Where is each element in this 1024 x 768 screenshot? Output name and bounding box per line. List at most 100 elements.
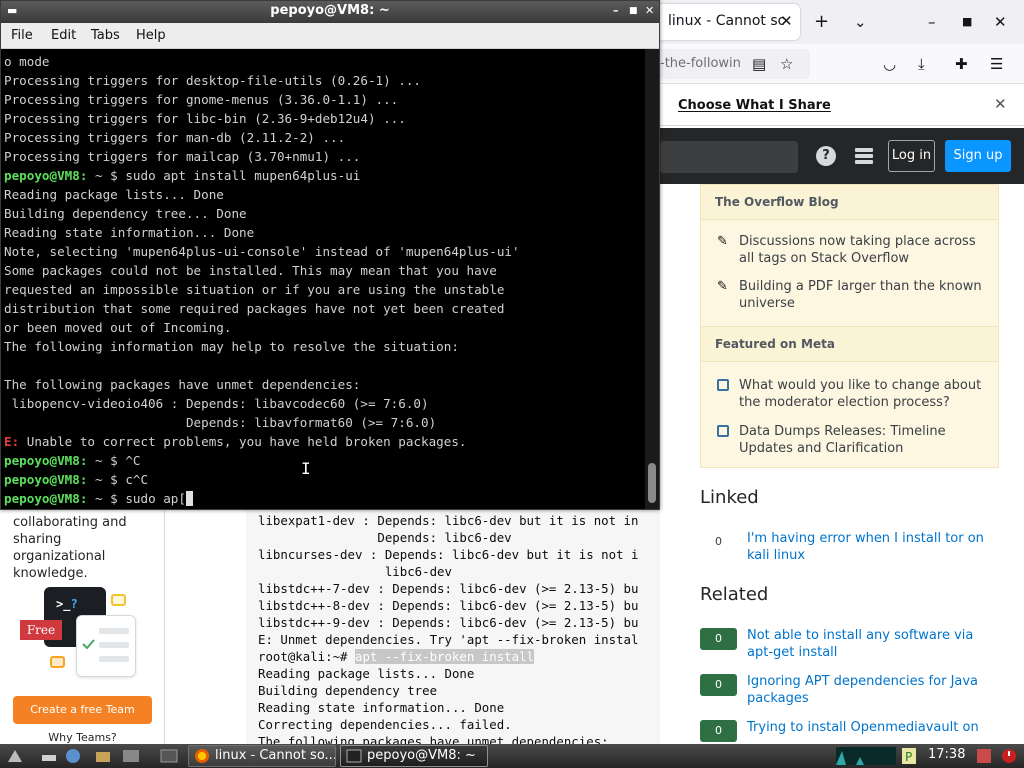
- taskbar-task-browser[interactable]: linux - Cannot so...: [188, 745, 336, 767]
- inbox-icon[interactable]: [855, 148, 873, 164]
- selected-command: apt --fix-broken install: [354, 649, 535, 664]
- command-line: pepoyo@VM8: ~ $ sudo apt install mupen64…: [4, 168, 361, 183]
- terminal-menu-bar: File Edit Tabs Help: [1, 23, 659, 49]
- blog-item[interactable]: ✎ Building a PDF larger than the known u…: [717, 278, 989, 312]
- output-line: Some packages could not be installed. Th…: [4, 263, 497, 278]
- why-teams-link[interactable]: Why Teams?: [0, 731, 165, 744]
- start-menu-icon[interactable]: [6, 747, 24, 765]
- output-line: o mode: [4, 54, 50, 69]
- new-tab-icon[interactable]: +: [814, 12, 829, 32]
- chevron-down-icon[interactable]: ⌄: [854, 12, 867, 32]
- question-link[interactable]: Ignoring APT dependencies for Java packa…: [747, 673, 1002, 707]
- browser-tab[interactable]: linux - Cannot solve ✕: [652, 4, 800, 40]
- question-link[interactable]: Not able to install any software via apt…: [747, 627, 1002, 661]
- error-line: E: Unable to correct problems, you have …: [4, 434, 467, 449]
- command-line[interactable]: pepoyo@VM8: ~ $ sudo ap[: [4, 489, 193, 508]
- terminal-window[interactable]: ▬ pepoyo@VM8: ~ – ■ ✕ File Edit Tabs Hel…: [0, 0, 660, 510]
- teams-description: collaborating and sharing organizational…: [13, 515, 127, 581]
- output-line: Depends: libavformat60 (>= 7:6.0): [4, 415, 437, 430]
- vote-count: 0: [700, 531, 737, 553]
- sign-up-button[interactable]: Sign up: [945, 140, 1011, 172]
- firefox-icon: [195, 749, 209, 763]
- meta-item[interactable]: Data Dumps Releases: Timeline Updates an…: [717, 423, 989, 457]
- terminal-output[interactable]: o mode Processing triggers for desktop-f…: [1, 49, 645, 509]
- output-line: Reading package lists... Done: [4, 187, 224, 202]
- privacy-notification-bar: Choose What I Share ✕: [660, 86, 1024, 126]
- output-line: distribution that some required packages…: [4, 301, 505, 316]
- output-line: Processing triggers for gnome-menus (3.3…: [4, 92, 399, 107]
- menu-file[interactable]: File: [11, 28, 33, 43]
- code-block: libexpat1-dev : Depends: libc6-dev but i…: [246, 508, 660, 744]
- network-icon[interactable]: [975, 747, 993, 765]
- close-icon[interactable]: ✕: [994, 95, 1007, 113]
- terminal-scrollbar[interactable]: [645, 49, 659, 509]
- ibeam-cursor-icon: I: [301, 459, 311, 478]
- meta-heading: Featured on Meta: [701, 326, 998, 362]
- maximize-icon[interactable]: ■: [629, 6, 638, 16]
- meta-item[interactable]: What would you like to change about the …: [717, 377, 989, 411]
- url-bar[interactable]: -the-followin ▤ ☆: [640, 49, 810, 79]
- notes-icon[interactable]: P: [900, 747, 918, 765]
- scrollbar-thumb[interactable]: [648, 463, 656, 503]
- clock: 17:38: [928, 747, 966, 762]
- file-manager-launcher-icon[interactable]: [94, 747, 112, 765]
- overflow-blog-widget: The Overflow Blog ✎ Discussions now taki…: [700, 184, 999, 468]
- pocket-icon[interactable]: ◡: [883, 54, 896, 74]
- menu-tabs[interactable]: Tabs: [91, 28, 120, 43]
- power-icon[interactable]: [1000, 747, 1018, 765]
- workspace-icon[interactable]: [160, 747, 178, 765]
- blog-item[interactable]: ✎ Discussions now taking place across al…: [717, 233, 989, 267]
- menu-icon[interactable]: ☰: [990, 54, 1003, 74]
- close-icon[interactable]: ✕: [780, 12, 793, 30]
- reader-view-icon[interactable]: ▤: [752, 54, 766, 74]
- taskbar: linux - Cannot so... pepoyo@VM8: ~ P 17:…: [0, 744, 1024, 768]
- linked-heading: Linked: [700, 487, 759, 508]
- web-browser-launcher-icon[interactable]: [64, 747, 82, 765]
- desktop: linux - Cannot solve ✕ + ⌄ – ■ ✕ -the-fo…: [0, 0, 1024, 768]
- output-line: requested an impossible situation or if …: [4, 282, 505, 297]
- meta-chat-icon: [717, 425, 729, 437]
- taskbar-task-terminal[interactable]: pepoyo@VM8: ~: [340, 745, 488, 767]
- output-line: Processing triggers for mailcap (3.70+nm…: [4, 149, 361, 164]
- menu-edit[interactable]: Edit: [51, 28, 76, 43]
- minimize-icon[interactable]: –: [613, 4, 619, 17]
- close-window-icon[interactable]: ✕: [994, 12, 1007, 32]
- output-line: libopencv-videoio406 : Depends: libavcod…: [4, 396, 429, 411]
- question-link[interactable]: I'm having error when I install tor on k…: [747, 530, 1002, 564]
- vote-count: 0: [700, 674, 737, 696]
- terminal-launcher-icon[interactable]: [122, 747, 140, 765]
- minimize-icon[interactable]: –: [928, 12, 936, 32]
- svg-text:P: P: [905, 750, 912, 764]
- help-icon[interactable]: ?: [816, 146, 836, 166]
- terminal-title: pepoyo@VM8: ~: [270, 3, 390, 18]
- output-line: The following packages have unmet depend…: [4, 377, 361, 392]
- vote-count: 0: [700, 628, 737, 650]
- log-in-button[interactable]: Log in: [888, 140, 935, 172]
- output-line: Note, selecting 'mupen64plus-ui-console'…: [4, 244, 520, 259]
- vote-count: 0: [700, 720, 737, 742]
- command-line: pepoyo@VM8: ~ $ c^C: [4, 472, 149, 487]
- menu-help[interactable]: Help: [136, 28, 166, 43]
- close-icon[interactable]: ✕: [645, 4, 654, 17]
- output-line: The following information may help to re…: [4, 339, 459, 354]
- download-icon[interactable]: ⤓: [918, 54, 925, 74]
- site-search-input[interactable]: [660, 141, 798, 173]
- bookmark-star-icon[interactable]: ☆: [780, 54, 793, 74]
- command-line: pepoyo@VM8: ~ $ ^C: [4, 453, 141, 468]
- terminal-icon: [346, 749, 362, 763]
- output-line: Processing triggers for desktop-file-uti…: [4, 73, 422, 88]
- code-lines: libexpat1-dev : Depends: libc6-dev but i…: [258, 513, 639, 744]
- pencil-icon: ✎: [717, 234, 728, 249]
- text-cursor: [185, 491, 193, 506]
- pencil-icon: ✎: [717, 279, 728, 294]
- extensions-icon[interactable]: ✚: [955, 54, 968, 74]
- create-team-button[interactable]: Create a free Team: [13, 696, 152, 724]
- output-line: or been moved out of Incoming.: [4, 320, 232, 335]
- question-link[interactable]: Trying to install Openmediavault on: [747, 719, 1002, 736]
- chat-bubble-icon: [111, 594, 126, 606]
- output-line: Reading state information... Done: [4, 225, 255, 240]
- choose-what-i-share-link[interactable]: Choose What I Share: [678, 98, 831, 113]
- maximize-icon[interactable]: ■: [962, 12, 972, 32]
- show-desktop-icon[interactable]: [40, 747, 58, 765]
- terminal-title-bar[interactable]: ▬ pepoyo@VM8: ~ – ■ ✕: [1, 1, 659, 23]
